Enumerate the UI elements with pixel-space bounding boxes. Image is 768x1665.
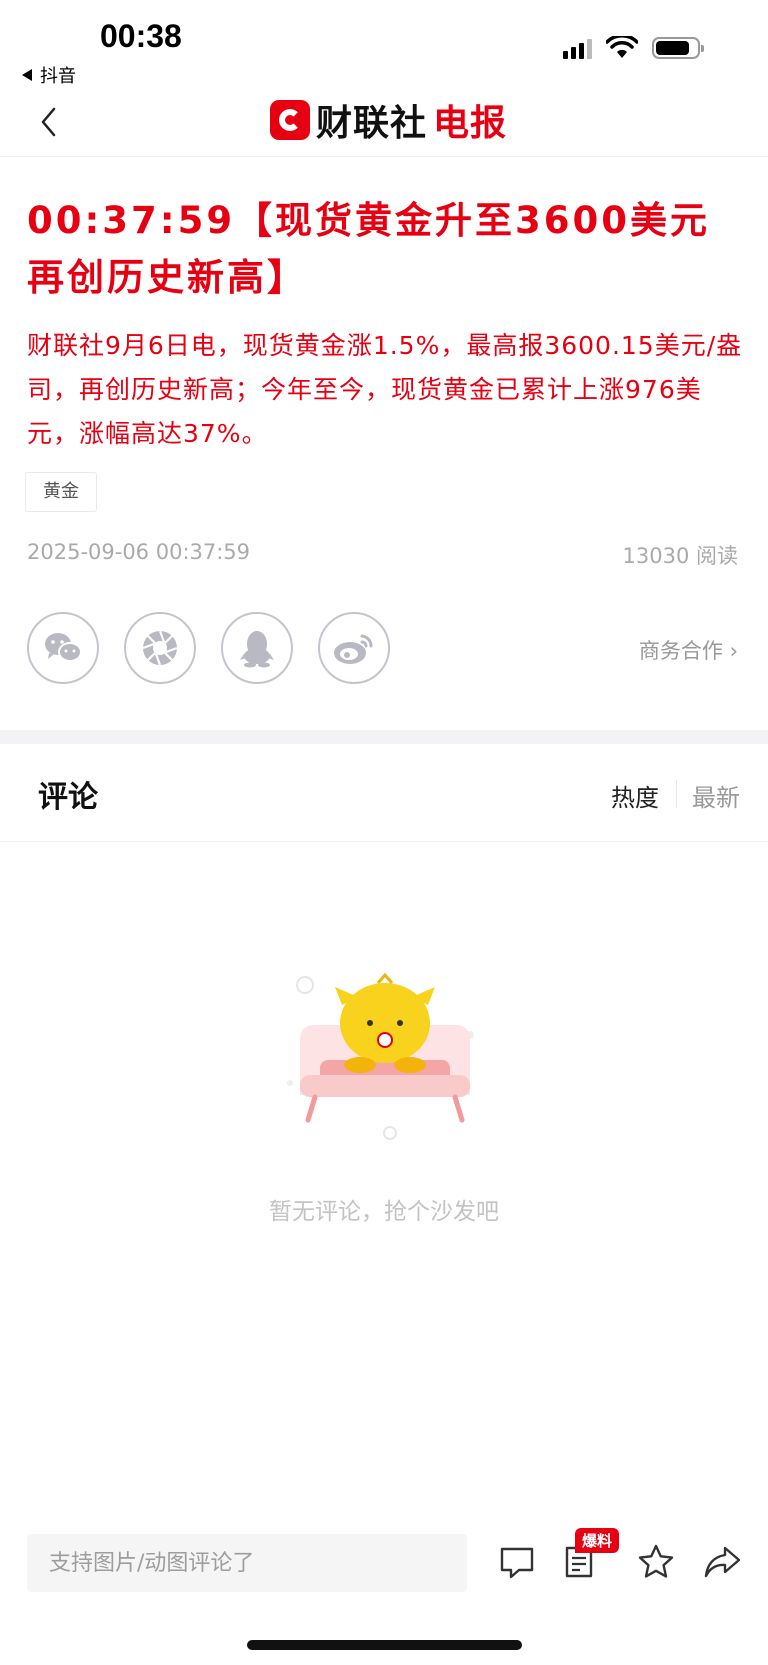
status-icons xyxy=(563,36,704,60)
status-time: 00:38 xyxy=(100,18,182,54)
empty-comments-text: 暂无评论，抢个沙发吧 xyxy=(269,1199,499,1225)
comment-icon[interactable] xyxy=(497,1542,537,1582)
sort-separator xyxy=(676,780,677,808)
back-app-label: 抖音 xyxy=(40,66,76,87)
battery-icon xyxy=(652,37,704,59)
star-icon[interactable] xyxy=(636,1542,676,1582)
share-wechat-button[interactable] xyxy=(27,612,99,684)
sort-by-latest-tab[interactable]: 最新 xyxy=(692,778,740,813)
section-divider xyxy=(0,730,768,744)
business-cooperation-link[interactable]: 商务合作 › xyxy=(639,635,738,665)
bottom-action-bar: 爆料 xyxy=(0,1510,768,1610)
publish-datetime: 2025-09-06 00:37:59 xyxy=(27,540,251,564)
article-headline: 00:37:59【现货黄金升至3600美元再创历史新高】 xyxy=(27,199,711,299)
moments-icon xyxy=(142,630,178,666)
empty-comments-mascot-illustration xyxy=(287,972,474,1140)
back-chevron-icon[interactable] xyxy=(34,104,64,140)
nav-bar: 财联社 电报 xyxy=(0,90,768,157)
article-body: 00:37:59【现货黄金升至3600美元再创历史新高】 财联社9月6日电，现货… xyxy=(27,192,743,456)
cls-logo-icon xyxy=(270,100,310,140)
logo-text-telegraph: 电报 xyxy=(433,103,508,144)
article-lead: 财联社9月6日电，现货黄金涨1.5%，最高报3600.15美元/盎司，再创历史新… xyxy=(27,331,743,448)
comments-title: 评论 xyxy=(38,780,98,815)
qq-icon xyxy=(240,631,274,668)
cellular-signal-icon xyxy=(563,37,592,59)
comments-header-divider xyxy=(0,841,768,842)
baoliao-badge: 爆料 xyxy=(575,1528,620,1553)
home-indicator xyxy=(247,1640,522,1650)
share-qq-button[interactable] xyxy=(221,612,293,684)
cls-telegraph-logo: 财联社 电报 xyxy=(270,96,507,144)
share-moments-button[interactable] xyxy=(124,612,196,684)
wechat-icon xyxy=(45,633,82,662)
status-bar: 00:38 抖音 xyxy=(0,0,768,90)
topic-tag[interactable]: 黄金 xyxy=(25,472,97,512)
weibo-icon xyxy=(334,634,373,664)
read-count: 13030 阅读 xyxy=(622,544,738,568)
share-row xyxy=(27,612,390,684)
logo-text-brand: 财联社 xyxy=(316,103,428,144)
back-to-app-link[interactable]: 抖音 xyxy=(22,62,76,88)
share-weibo-button[interactable] xyxy=(318,612,390,684)
wifi-icon xyxy=(606,36,638,58)
sort-by-hot-tab[interactable]: 热度 xyxy=(611,778,659,813)
share-icon[interactable] xyxy=(702,1542,742,1582)
back-triangle-icon xyxy=(22,69,32,81)
comment-input[interactable] xyxy=(27,1534,467,1592)
